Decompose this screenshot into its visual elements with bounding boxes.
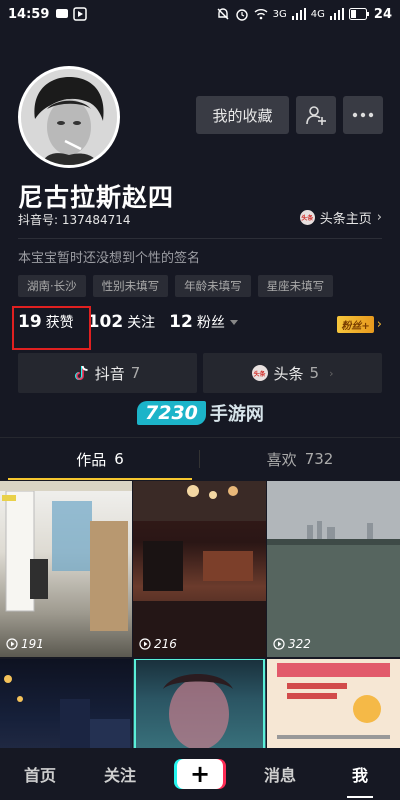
watermark: 7230 手游网 [137, 400, 264, 426]
tag-gender[interactable]: 性别未填写 [92, 275, 169, 297]
video-thumbnail[interactable] [267, 659, 400, 759]
toutiao-home-label: 头条主页 [319, 212, 372, 227]
net2-label: 4G [310, 8, 325, 20]
following-count: 102 [87, 312, 124, 332]
more-icon [352, 112, 374, 118]
more-button[interactable] [343, 96, 383, 134]
nav-me[interactable]: 我 [320, 762, 400, 786]
status-time: 14:59 [8, 6, 50, 22]
thumbnail-image [277, 663, 390, 739]
douyin-id: 抖音号: 137484714 [18, 213, 131, 227]
message-icon [56, 9, 69, 18]
tag-age[interactable]: 年龄未填写 [175, 275, 251, 297]
video-thumbnail[interactable]: 322 [267, 481, 400, 657]
toutiao-platform-button[interactable]: 头条 头条 5 › [203, 353, 382, 393]
douyin-platform-label: 抖音 [94, 364, 125, 383]
tab-works-label: 作品 [76, 450, 107, 469]
plus-icon: + [189, 760, 211, 788]
signal-icon-2 [329, 8, 344, 20]
fans-badge-label: 粉丝+ [337, 316, 374, 333]
battery-level: 24 [373, 6, 392, 22]
favorites-button[interactable]: 我的收藏 [196, 96, 289, 134]
following-stat[interactable]: 102 关注 [88, 312, 156, 332]
toutiao-badge-icon: 头条 [299, 210, 315, 225]
tab-likes-count: 732 [304, 450, 334, 468]
highlight-annotation [12, 306, 91, 350]
fans-plus-badge[interactable]: 粉丝+ › [337, 316, 382, 333]
thumbnail-image [267, 481, 400, 657]
play-icon [139, 638, 151, 650]
tag-zodiac[interactable]: 星座未填写 [257, 275, 334, 297]
nav-home[interactable]: 首页 [0, 762, 80, 786]
profile-name: 尼古拉斯赵四 [18, 183, 175, 212]
alarm-icon [235, 9, 248, 21]
douyin-logo-icon [74, 365, 88, 380]
favorites-label: 我的收藏 [212, 106, 273, 125]
video-grid: 191 216 322 [0, 481, 400, 759]
video-thumbnail[interactable]: 191 [0, 481, 132, 657]
watermark-number: 7230 [137, 401, 206, 425]
create-button[interactable]: + [177, 759, 223, 789]
platform-row: 抖音 7 头条 头条 5 › [18, 353, 382, 393]
chevron-right-icon: › [376, 210, 382, 225]
douyin-platform-button[interactable]: 抖音 7 [18, 353, 197, 393]
thumbnail-image [133, 481, 266, 657]
video-likes: 216 [139, 637, 177, 651]
chevron-down-icon [229, 320, 238, 325]
tab-likes[interactable]: 喜欢 732 [200, 438, 400, 480]
toutiao-badge-icon: 头条 [251, 365, 268, 381]
chevron-right-icon: › [376, 317, 382, 332]
play-notification-icon [73, 7, 88, 21]
tab-likes-label: 喜欢 [266, 450, 297, 469]
toutiao-home-link[interactable]: 头条 头条主页 › [299, 208, 382, 227]
nav-messages[interactable]: 消息 [240, 762, 320, 786]
thumbnail-image [134, 659, 265, 759]
status-right: 3G 4G 24 [216, 7, 392, 22]
mute-icon [217, 8, 229, 20]
play-icon [273, 638, 285, 650]
nav-follow[interactable]: 关注 [80, 762, 160, 786]
tab-works-count: 6 [114, 450, 124, 468]
video-likes: 322 [273, 637, 311, 651]
divider [18, 238, 382, 239]
douyin-platform-count: 7 [130, 364, 141, 382]
thumbnail-image [4, 675, 130, 759]
video-likes-count: 322 [288, 637, 311, 651]
net1-label: 3G [272, 8, 287, 20]
following-label: 关注 [127, 315, 156, 331]
nav-create[interactable]: + [160, 759, 240, 789]
tab-separator [199, 450, 200, 468]
video-likes-count: 191 [21, 637, 44, 651]
toutiao-platform-label: 头条 [273, 364, 304, 383]
video-thumbnail[interactable]: 216 [133, 481, 266, 657]
toutiao-platform-count: 5 [309, 364, 320, 382]
avatar[interactable] [18, 66, 120, 168]
video-thumbnail[interactable] [133, 659, 266, 759]
add-user-icon [306, 106, 326, 125]
signature[interactable]: 本宝宝暂时还没想到个性的签名 [18, 247, 200, 266]
play-icon [6, 638, 18, 650]
avatar-image [21, 69, 117, 165]
signal-icon [291, 8, 306, 20]
fans-stat[interactable]: 12 粉丝 [169, 312, 238, 332]
fans-count: 12 [169, 312, 193, 332]
status-bar: 14:59 3G 4G 24 [0, 0, 400, 28]
content-tabs: 作品 6 喜欢 732 [0, 437, 400, 480]
tag-location[interactable]: 湖南·长沙 [18, 275, 86, 297]
fans-label: 粉丝 [196, 315, 225, 331]
tab-works[interactable]: 作品 6 [0, 438, 200, 480]
video-likes: 191 [6, 637, 44, 651]
battery-icon [348, 8, 369, 20]
chevron-right-icon: › [329, 366, 334, 380]
wifi-icon [254, 9, 268, 20]
video-likes-count: 216 [154, 637, 177, 651]
add-friend-button[interactable] [296, 96, 336, 134]
thumbnail-image [0, 481, 132, 631]
bottom-nav: 首页 关注 + 消息 我 [0, 748, 400, 800]
video-thumbnail[interactable] [0, 659, 132, 759]
profile-tags: 湖南·长沙 性别未填写 年龄未填写 星座未填写 [18, 275, 334, 297]
watermark-text: 手游网 [209, 404, 264, 425]
